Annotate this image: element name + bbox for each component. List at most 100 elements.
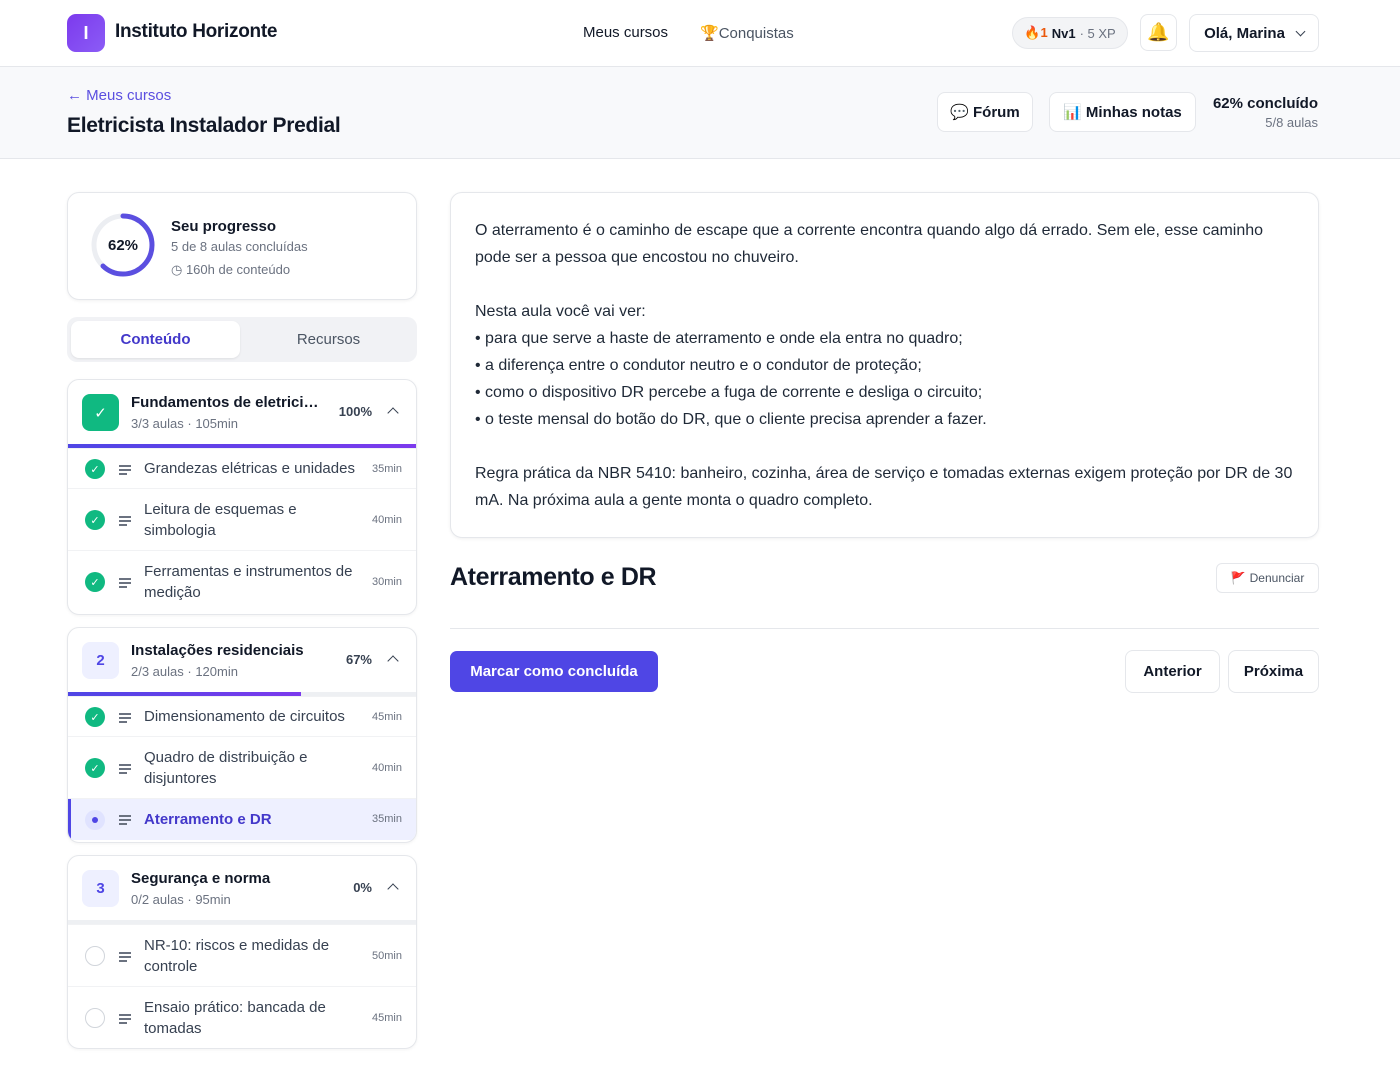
lesson-item[interactable]: NR-10: riscos e medidas de controle 50mi… xyxy=(68,924,416,986)
lesson-item[interactable]: ✓ Quadro de distribuição e disjuntores 4… xyxy=(68,736,416,798)
tab-content[interactable]: Conteúdo xyxy=(71,321,240,358)
module-header[interactable]: ✓ Fundamentos de eletricidade 3/3 aulas … xyxy=(68,380,416,444)
lesson-title-heading: Aterramento e DR xyxy=(450,563,657,591)
text-lines-icon xyxy=(119,578,131,590)
next-lesson-button[interactable]: Próxima xyxy=(1228,650,1319,693)
user-greeting: Olá, Marina xyxy=(1204,24,1285,42)
lesson-title: Grandezas elétricas e unidades xyxy=(144,460,355,477)
level-label: Nv1 xyxy=(1051,25,1076,41)
my-notes-label: Minhas notas xyxy=(1085,103,1182,121)
course-header: ← Meus cursos Eletricista Instalador Pre… xyxy=(0,67,1400,159)
flag-icon: 🚩 xyxy=(1230,571,1246,585)
lesson-duration: 40min xyxy=(372,514,402,526)
lesson-title: Ensaio prático: bancada de tomadas xyxy=(144,999,326,1037)
previous-lesson-button[interactable]: Anterior xyxy=(1125,650,1220,693)
report-label: Denunciar xyxy=(1249,571,1305,585)
text-lines-icon xyxy=(119,952,131,964)
chevron-up-icon[interactable] xyxy=(387,407,399,419)
module-number: 2 xyxy=(82,642,119,679)
check-icon: ✓ xyxy=(85,572,105,592)
notifications-button[interactable]: 🔔 xyxy=(1140,14,1177,51)
brand-name[interactable]: Instituto Horizonte xyxy=(115,21,277,43)
lesson-duration: 50min xyxy=(372,950,402,962)
module-number: 3 xyxy=(82,870,119,907)
text-lines-icon xyxy=(119,516,131,528)
module-percent: 0% xyxy=(353,880,372,895)
module-seguranca: 3 Segurança e norma 0/2 aulas · 95min 0%… xyxy=(67,855,417,1049)
progress-percent: 62% xyxy=(107,236,139,254)
report-button[interactable]: 🚩 Denunciar xyxy=(1216,563,1319,593)
course-lessons-count: 5/8 aulas xyxy=(1265,115,1318,130)
forum-button[interactable]: 💬 Fórum xyxy=(937,92,1033,132)
lesson-duration: 30min xyxy=(372,576,402,588)
lesson-list-heading: Nesta aula você vai ver: xyxy=(475,303,646,320)
progress-completed: 5 de 8 aulas concluídas xyxy=(171,239,308,254)
text-lines-icon xyxy=(119,713,131,725)
module-header[interactable]: 2 Instalações residenciais 2/3 aulas · 1… xyxy=(68,628,416,692)
lesson-rule: Regra prática da NBR 5410: banheiro, coz… xyxy=(475,465,1293,509)
check-icon: ✓ xyxy=(82,394,119,431)
lesson-content-card: O aterramento é o caminho de escape que … xyxy=(450,192,1319,538)
xp-label: · 5 XP xyxy=(1079,25,1116,41)
lesson-body: O aterramento é o caminho de escape que … xyxy=(475,217,1295,514)
fire-icon: 🔥1 xyxy=(1024,25,1048,40)
course-title: Eletricista Instalador Predial xyxy=(67,114,341,137)
lesson-title: Ferramentas e instrumentos de medição xyxy=(144,563,353,601)
chevron-up-icon[interactable] xyxy=(387,883,399,895)
text-lines-icon xyxy=(119,815,131,827)
mark-complete-button[interactable]: Marcar como concluída xyxy=(450,651,658,692)
lesson-title: Leitura de esquemas e simbologia xyxy=(144,501,297,539)
lesson-item-current[interactable]: Aterramento e DR 35min xyxy=(68,798,416,840)
lesson-title: Quadro de distribuição e disjuntores xyxy=(144,749,308,787)
module-percent: 100% xyxy=(338,404,372,419)
course-completion: 62% concluído xyxy=(1212,95,1318,112)
lesson-item[interactable]: ✓ Grandezas elétricas e unidades 35min xyxy=(68,448,416,488)
lesson-duration: 35min xyxy=(372,463,402,475)
lesson-item[interactable]: ✓ Dimensionamento de circuitos 45min xyxy=(68,696,416,736)
check-icon: ✓ xyxy=(85,707,105,727)
check-icon: ✓ xyxy=(85,510,105,530)
module-instalacoes: 2 Instalações residenciais 2/3 aulas · 1… xyxy=(67,627,417,843)
lesson-title: Aterramento e DR xyxy=(144,811,272,828)
bar-chart-icon: 📊 xyxy=(1063,104,1082,121)
lesson-duration: 45min xyxy=(372,1012,402,1024)
lesson-item[interactable]: ✓ Leitura de esquemas e simbologia 40min xyxy=(68,488,416,550)
lesson-title: Dimensionamento de circuitos xyxy=(144,708,345,725)
module-title: Segurança e norma xyxy=(131,870,271,887)
bell-icon: 🔔 xyxy=(1147,22,1170,42)
module-meta: 0/2 aulas · 95min xyxy=(131,892,231,907)
nav-my-courses[interactable]: Meus cursos xyxy=(583,24,668,41)
back-to-courses-link[interactable]: ← Meus cursos xyxy=(67,87,171,104)
speech-bubble-icon: 💬 xyxy=(950,104,969,121)
xp-status-pill[interactable]: 🔥1 Nv1 · 5 XP xyxy=(1012,17,1128,49)
progress-title: Seu progresso xyxy=(171,218,277,235)
progress-card: 62% Seu progresso 5 de 8 aulas concluída… xyxy=(67,192,417,300)
progress-hours: ◷ 160h de conteúdo xyxy=(171,262,291,277)
chevron-up-icon[interactable] xyxy=(387,655,399,667)
forum-label: Fórum xyxy=(973,103,1020,121)
top-navbar: I Instituto Horizonte Meus cursos 🏆Conqu… xyxy=(0,0,1400,67)
tab-resources[interactable]: Recursos xyxy=(244,321,413,358)
module-percent: 67% xyxy=(345,652,372,667)
sidebar-tabs: Conteúdo Recursos xyxy=(67,317,417,362)
lesson-item[interactable]: ✓ Ferramentas e instrumentos de medição … xyxy=(68,550,416,612)
lesson-item[interactable]: Ensaio prático: bancada de tomadas 45min xyxy=(68,986,416,1048)
course-progress-summary: 62% concluído 5/8 aulas xyxy=(1213,95,1318,130)
module-meta: 2/3 aulas · 120min xyxy=(131,664,238,679)
logo-icon[interactable]: I xyxy=(67,14,105,52)
lesson-duration: 40min xyxy=(372,762,402,774)
nav-achievements[interactable]: 🏆Conquistas xyxy=(700,24,794,42)
streak-count: 1 xyxy=(1040,25,1048,40)
module-title: Instalações residenciais xyxy=(131,642,304,659)
lesson-bullet: • o teste mensal do botão do DR, que o c… xyxy=(475,411,987,428)
module-header[interactable]: 3 Segurança e norma 0/2 aulas · 95min 0% xyxy=(68,856,416,920)
lesson-intro: O aterramento é o caminho de escape que … xyxy=(475,222,1264,266)
check-icon: ✓ xyxy=(85,758,105,778)
text-lines-icon xyxy=(119,465,131,477)
check-icon: ✓ xyxy=(85,459,105,479)
divider xyxy=(450,628,1319,629)
my-notes-button[interactable]: 📊 Minhas notas xyxy=(1049,92,1196,132)
lesson-title: NR-10: riscos e medidas de controle xyxy=(144,937,330,975)
user-menu-button[interactable]: Olá, Marina xyxy=(1189,14,1319,52)
text-lines-icon xyxy=(119,764,131,776)
